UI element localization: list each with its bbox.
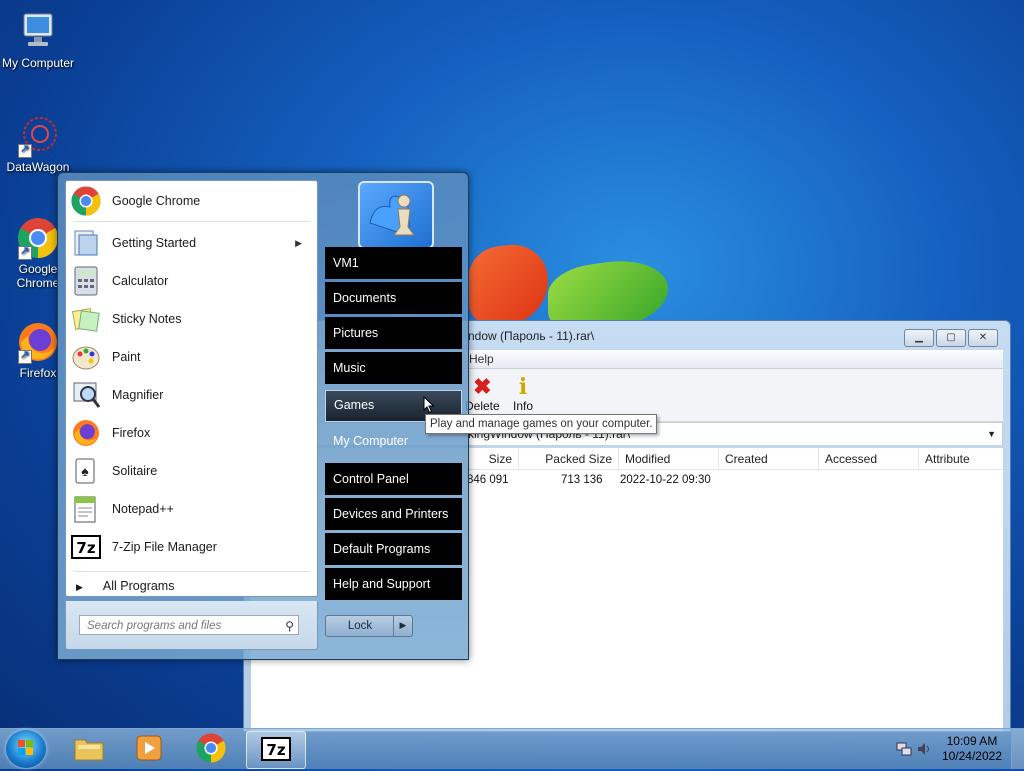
column-modified[interactable]: Modified [619, 448, 719, 470]
volume-icon[interactable] [916, 741, 932, 760]
taskbar: 7z 10:09 AM 10/24/2022 [0, 728, 1024, 769]
wallpaper-logo-red [468, 239, 548, 331]
start-item-vm1[interactable]: VM1 [325, 247, 462, 279]
chrome-icon [70, 185, 102, 217]
computer-icon [16, 10, 60, 54]
sticky-notes-icon [70, 303, 102, 335]
folder-icon [73, 734, 105, 765]
network-icon[interactable] [896, 741, 912, 760]
program-notepadpp[interactable]: Notepad++ [70, 491, 312, 527]
program-7zip[interactable]: 7z 7-Zip File Manager [70, 529, 312, 565]
7zip-icon: 7z [70, 531, 102, 563]
program-firefox[interactable]: Firefox [70, 415, 312, 451]
calculator-icon [70, 265, 102, 297]
window-controls: ▁ ▢ ✕ [904, 329, 998, 347]
shortcut-arrow-icon [18, 244, 32, 260]
taskbar-7zip[interactable]: 7z [246, 731, 306, 769]
chevron-right-icon: ▶ [76, 582, 83, 592]
user-picture[interactable] [358, 181, 434, 249]
close-button[interactable]: ✕ [968, 329, 998, 347]
getting-started-icon [70, 227, 102, 259]
chevron-down-icon[interactable]: ▼ [987, 423, 996, 445]
info-icon: i [518, 374, 528, 400]
start-item-help-support[interactable]: Help and Support [325, 568, 462, 600]
chrome-icon [16, 216, 60, 260]
start-item-documents[interactable]: Documents [325, 282, 462, 314]
program-google-chrome[interactable]: Google Chrome [70, 183, 312, 219]
paint-icon [70, 341, 102, 373]
start-item-music[interactable]: Music [325, 352, 462, 384]
window-title: ndow (Пароль - 11).rar\ [468, 329, 595, 343]
column-created[interactable]: Created [719, 448, 819, 470]
program-paint[interactable]: Paint [70, 339, 312, 375]
clock[interactable]: 10:09 AM 10/24/2022 [942, 734, 1002, 764]
search-area: Search programs and files ⚲ [65, 601, 318, 650]
media-player-icon [134, 734, 164, 765]
clock-date: 10/24/2022 [941, 749, 1002, 763]
info-button[interactable]: i Info [513, 375, 533, 413]
svg-text:7z: 7z [76, 539, 95, 557]
magnifier-icon [70, 379, 102, 411]
firefox-icon [70, 417, 102, 449]
desktop-icon-my-computer[interactable]: My Computer [0, 10, 76, 70]
clock-time: 10:09 AM [946, 734, 998, 748]
datawagon-icon [16, 114, 60, 158]
delete-x-icon: ✖ [473, 374, 492, 399]
games-tooltip: Play and manage games on your computer. [425, 414, 658, 434]
shutdown-options-arrow-icon[interactable]: ▶ [393, 615, 413, 637]
taskbar-explorer[interactable] [60, 731, 118, 767]
mouse-cursor-icon [423, 395, 435, 417]
shortcut-arrow-icon [18, 142, 32, 158]
program-solitaire[interactable]: ♠ Solitaire [70, 453, 312, 489]
svg-text:♠: ♠ [81, 463, 89, 479]
menu-help[interactable]: Help [469, 350, 494, 368]
cell-modified: 2022-10-22 09:30 [620, 474, 711, 486]
firefox-icon [16, 320, 60, 364]
program-sticky-notes[interactable]: Sticky Notes [70, 301, 312, 337]
start-item-control-panel[interactable]: Control Panel [325, 463, 462, 495]
show-desktop-button[interactable] [1011, 729, 1024, 769]
taskbar-media-player[interactable] [120, 731, 178, 767]
search-input[interactable]: Search programs and files ⚲ [79, 615, 299, 635]
program-magnifier[interactable]: Magnifier [70, 377, 312, 413]
column-size[interactable]: Size [467, 448, 519, 470]
start-item-pictures[interactable]: Pictures [325, 317, 462, 349]
chevron-right-icon: ▶ [295, 237, 302, 248]
minimize-button[interactable]: ▁ [904, 329, 934, 347]
delete-button[interactable]: ✖ Delete [465, 374, 500, 414]
divider [74, 221, 310, 222]
7zip-icon: 7z [260, 736, 292, 765]
start-menu: Google Chrome Getting Started ▶ Calculat… [57, 172, 469, 660]
solitaire-icon: ♠ [70, 455, 102, 487]
system-tray: 10:09 AM 10/24/2022 [884, 729, 1024, 769]
program-calculator[interactable]: Calculator [70, 263, 312, 299]
desktop-icon-datawagon[interactable]: DataWagon [0, 114, 76, 174]
column-accessed[interactable]: Accessed [819, 448, 919, 470]
column-packed-size[interactable]: Packed Size [519, 448, 619, 470]
program-getting-started[interactable]: Getting Started ▶ [70, 225, 312, 261]
notepadpp-icon [70, 493, 102, 525]
all-programs-button[interactable]: ▶ All Programs [76, 579, 174, 593]
programs-pane: Google Chrome Getting Started ▶ Calculat… [65, 180, 318, 597]
search-icon[interactable]: ⚲ [285, 616, 294, 636]
svg-text:7z: 7z [266, 741, 285, 759]
taskbar-chrome[interactable] [182, 731, 240, 767]
start-item-default-programs[interactable]: Default Programs [325, 533, 462, 565]
cell-packed-size: 713 136 [561, 474, 603, 486]
maximize-button[interactable]: ▢ [936, 329, 966, 347]
start-button[interactable] [6, 730, 46, 768]
cell-size: 846 091 [467, 474, 509, 486]
divider [74, 571, 310, 572]
lock-button[interactable]: Lock [325, 615, 395, 637]
start-item-devices-printers[interactable]: Devices and Printers [325, 498, 462, 530]
chrome-icon [195, 732, 227, 767]
column-attribute[interactable]: Attribute [919, 448, 1003, 470]
shortcut-arrow-icon [18, 348, 32, 364]
